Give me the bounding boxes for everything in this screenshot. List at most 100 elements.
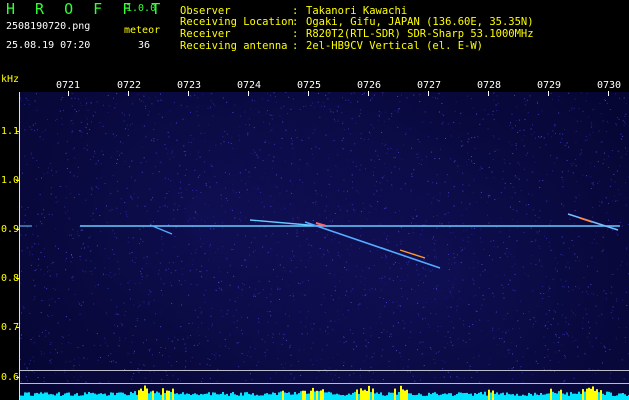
noise-pixel bbox=[484, 109, 486, 111]
noise-pixel bbox=[284, 206, 286, 208]
level-bar-segment bbox=[436, 393, 438, 400]
noise-pixel bbox=[578, 287, 580, 289]
noise-pixel bbox=[284, 160, 286, 162]
noise-pixel bbox=[237, 234, 239, 236]
noise-pixel bbox=[306, 238, 308, 240]
noise-pixel bbox=[558, 99, 559, 101]
noise-pixel bbox=[260, 192, 262, 193]
noise-pixel bbox=[102, 104, 104, 106]
noise-pixel bbox=[579, 154, 581, 156]
noise-pixel bbox=[358, 115, 360, 117]
noise-pixel bbox=[541, 110, 543, 112]
level-bar-segment bbox=[484, 391, 486, 400]
noise-pixel bbox=[298, 218, 300, 220]
noise-pixel bbox=[117, 261, 119, 263]
noise-pixel bbox=[283, 267, 284, 268]
noise-pixel bbox=[435, 239, 437, 241]
level-bar-segment bbox=[378, 394, 380, 400]
noise-pixel bbox=[410, 331, 412, 333]
noise-pixel bbox=[435, 97, 436, 99]
noise-pixel bbox=[463, 247, 465, 249]
noise-pixel bbox=[169, 158, 171, 160]
noise-pixel bbox=[386, 180, 388, 182]
noise-pixel bbox=[355, 165, 357, 167]
level-bar-segment bbox=[162, 388, 164, 400]
level-bar-segment bbox=[444, 393, 446, 400]
noise-pixel bbox=[225, 197, 227, 199]
noise-pixel bbox=[47, 119, 48, 121]
noise-pixel bbox=[292, 295, 294, 297]
noise-pixel bbox=[508, 352, 510, 354]
noise-pixel bbox=[275, 174, 277, 176]
noise-pixel bbox=[326, 205, 328, 207]
noise-pixel bbox=[546, 200, 548, 202]
noise-pixel bbox=[437, 330, 439, 332]
noise-pixel bbox=[239, 191, 240, 193]
noise-pixel bbox=[116, 207, 118, 209]
noise-pixel bbox=[81, 247, 82, 249]
noise-pixel bbox=[99, 357, 101, 358]
noise-pixel bbox=[441, 113, 443, 115]
noise-pixel bbox=[22, 306, 24, 308]
noise-pixel bbox=[239, 218, 241, 220]
noise-pixel bbox=[301, 333, 303, 335]
noise-pixel bbox=[435, 256, 437, 258]
noise-pixel bbox=[575, 197, 577, 199]
noise-pixel bbox=[296, 235, 298, 237]
noise-pixel bbox=[43, 248, 45, 250]
noise-pixel bbox=[317, 101, 319, 103]
level-bar-segment bbox=[494, 393, 496, 400]
noise-pixel bbox=[515, 144, 517, 146]
noise-pixel bbox=[82, 270, 84, 272]
noise-pixel bbox=[146, 256, 148, 258]
noise-pixel bbox=[377, 119, 379, 121]
noise-pixel bbox=[487, 214, 488, 216]
noise-pixel bbox=[95, 208, 97, 210]
noise-pixel bbox=[363, 208, 365, 210]
noise-pixel bbox=[199, 363, 201, 365]
level-bar-segment bbox=[486, 395, 488, 400]
level-bar-segment bbox=[58, 392, 60, 400]
meteor-trace bbox=[567, 213, 619, 231]
level-bar-segment bbox=[490, 392, 492, 400]
noise-pixel bbox=[165, 269, 167, 271]
level-bar-segment bbox=[184, 394, 186, 400]
noise-pixel bbox=[332, 329, 334, 331]
noise-pixel bbox=[368, 211, 370, 213]
noise-pixel bbox=[334, 320, 336, 322]
noise-pixel bbox=[264, 351, 266, 353]
noise-pixel bbox=[300, 260, 302, 262]
noise-pixel bbox=[379, 195, 381, 197]
noise-pixel bbox=[567, 335, 569, 337]
noise-pixel bbox=[330, 176, 332, 177]
noise-pixel bbox=[400, 268, 402, 270]
noise-pixel bbox=[238, 135, 240, 137]
noise-pixel bbox=[210, 100, 212, 102]
noise-pixel bbox=[33, 299, 35, 301]
noise-pixel bbox=[65, 251, 67, 253]
level-bar-segment bbox=[118, 392, 120, 400]
noise-pixel bbox=[373, 174, 374, 176]
noise-pixel bbox=[573, 245, 574, 247]
noise-pixel bbox=[227, 199, 228, 201]
level-bar-segment bbox=[400, 385, 402, 400]
noise-pixel bbox=[397, 126, 399, 128]
noise-pixel bbox=[569, 267, 570, 269]
level-bar-segment bbox=[314, 391, 316, 400]
noise-pixel bbox=[78, 235, 80, 237]
noise-pixel bbox=[57, 142, 59, 144]
noise-pixel bbox=[125, 211, 127, 213]
noise-pixel bbox=[486, 114, 488, 116]
noise-pixel bbox=[67, 210, 69, 211]
y-tick bbox=[16, 278, 20, 279]
noise-pixel bbox=[453, 253, 455, 255]
noise-pixel bbox=[516, 310, 518, 312]
noise-pixel bbox=[48, 304, 50, 306]
level-bar-segment bbox=[110, 392, 112, 400]
noise-pixel bbox=[619, 193, 621, 195]
noise-pixel bbox=[171, 152, 173, 154]
level-bar-segment bbox=[544, 394, 546, 400]
noise-pixel bbox=[516, 177, 518, 178]
noise-pixel bbox=[448, 269, 450, 270]
noise-pixel bbox=[550, 154, 552, 156]
